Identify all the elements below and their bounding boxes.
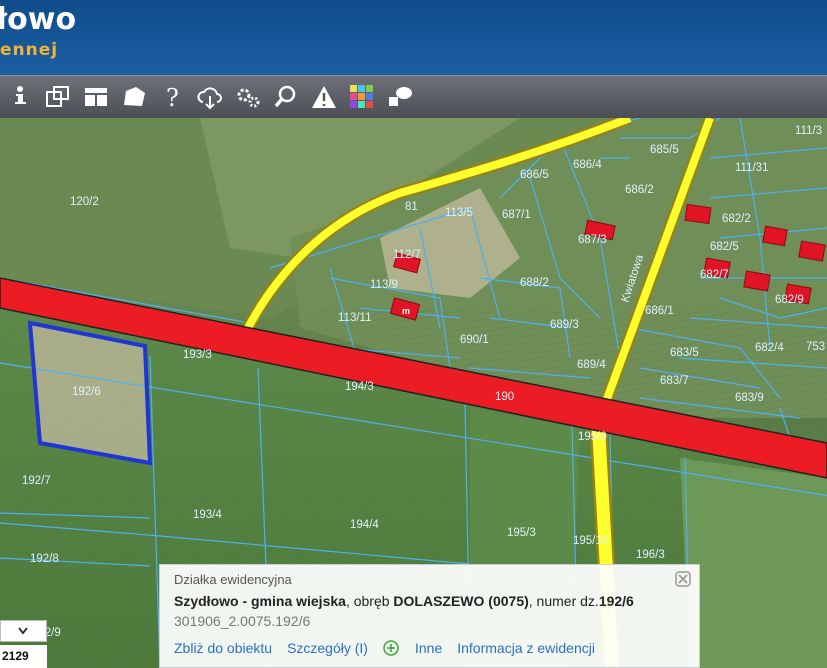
parcel-label: 194/4 xyxy=(350,519,379,531)
info-person-icon[interactable] xyxy=(2,79,38,115)
popup-place: Szydłowo - gmina wiejska xyxy=(174,593,346,609)
parcel-label: 690/1 xyxy=(460,334,489,346)
parcel-label: 195/10 xyxy=(573,535,608,547)
field-south-east xyxy=(680,458,827,668)
zoom-to-object-link[interactable]: Zbliż do obiektu xyxy=(174,640,272,656)
popup-sep1: , obręb xyxy=(345,593,394,609)
parcel-label: 686/2 xyxy=(625,184,654,196)
parcel-label: 190 xyxy=(495,391,514,403)
app-subtitle: ennej xyxy=(0,40,59,60)
svg-text:?: ? xyxy=(166,84,179,111)
parcel-label: 753 xyxy=(806,341,825,353)
parcel-info-popup: Działka ewidencyjna Szydłowo - gmina wie… xyxy=(159,564,700,668)
parcel-label: 192/8 xyxy=(30,553,59,565)
app-title: łowo xyxy=(0,2,77,37)
parcel-label: 195/9 xyxy=(578,431,607,443)
cloud-download-icon[interactable] xyxy=(192,79,228,115)
parcel-label: 686/4 xyxy=(573,159,602,171)
plus-circle-icon[interactable] xyxy=(383,640,399,656)
parcel-label: 688/2 xyxy=(520,277,549,289)
popup-description: Szydłowo - gmina wiejska, obręb DOLASZEW… xyxy=(174,593,685,609)
other-link[interactable]: Inne xyxy=(415,640,442,656)
app-header: łowo ennej xyxy=(0,0,827,75)
settings-gears-icon[interactable] xyxy=(230,79,266,115)
parcel-label: 194/3 xyxy=(345,381,374,393)
parcel-label: 686/1 xyxy=(645,305,674,317)
popup-sep2: , numer dz. xyxy=(528,593,599,609)
parcel-label: 192/7 xyxy=(22,475,51,487)
parcel-label: 683/5 xyxy=(670,347,699,359)
parcel-label: 689/3 xyxy=(550,319,579,331)
parcel-label: 687/1 xyxy=(502,209,531,221)
building-label: m xyxy=(402,306,410,316)
parcel-label: 686/5 xyxy=(520,169,549,181)
chevron-down-icon xyxy=(18,627,28,635)
toolbar: ? xyxy=(0,75,827,118)
copy-window-icon[interactable] xyxy=(40,79,76,115)
warning-triangle-icon[interactable] xyxy=(306,79,342,115)
parcel-label: 193/3 xyxy=(183,349,212,361)
parcel-label: 112/7 xyxy=(393,249,421,261)
popup-links: Zbliż do obiektu Szczegóły (I) Inne Info… xyxy=(174,640,610,656)
parcel-label: 193/4 xyxy=(193,509,222,521)
parcel-label: 111/3 xyxy=(795,125,822,137)
help-icon[interactable]: ? xyxy=(154,79,190,115)
parcel-label: 113/11 xyxy=(338,312,371,324)
parcel-label: 682/2 xyxy=(722,213,751,225)
area-measure-icon[interactable] xyxy=(116,79,152,115)
parcel-label: 120/2 xyxy=(70,196,99,208)
popup-precinct: DOLASZEWO (0075) xyxy=(393,593,529,609)
parcel-label: 81 xyxy=(405,201,418,213)
parcel-label: 192/6 xyxy=(72,386,101,398)
parcel-label: 111/31 xyxy=(735,162,768,174)
parcel-label: 683/7 xyxy=(660,375,689,387)
parcel-label: 682/5 xyxy=(710,241,739,253)
parcel-label: 682/9 xyxy=(775,294,804,306)
popup-number: 192/6 xyxy=(598,593,634,609)
parcel-label: 196/3 xyxy=(636,549,665,561)
scale-select[interactable] xyxy=(0,620,47,642)
parcel-label: 685/5 xyxy=(650,144,679,156)
scale-value: 2129 xyxy=(0,645,47,668)
parcel-label: 682/7 xyxy=(700,269,729,281)
parcel-label: 113/5 xyxy=(445,207,473,219)
parcel-label: 683/9 xyxy=(735,392,764,404)
parcel-label: 682/4 xyxy=(755,342,784,354)
registry-info-link[interactable]: Informacja z ewidencji xyxy=(457,640,595,656)
parcel-label: 195/3 xyxy=(507,527,536,539)
layout-icon[interactable] xyxy=(78,79,114,115)
details-link[interactable]: Szczegóły (I) xyxy=(287,640,368,656)
close-icon[interactable] xyxy=(675,571,691,587)
parcel-label: 113/9 xyxy=(370,279,398,291)
parcel-label: 687/3 xyxy=(578,234,607,246)
popup-heading: Działka ewidencyjna xyxy=(174,572,292,587)
comment-icon[interactable] xyxy=(382,79,418,115)
parcel-label: 689/4 xyxy=(577,359,606,371)
color-palette-icon[interactable] xyxy=(344,79,380,115)
popup-parcel-id: 301906_2.0075.192/6 xyxy=(174,613,311,629)
search-zoom-icon[interactable] xyxy=(268,79,304,115)
